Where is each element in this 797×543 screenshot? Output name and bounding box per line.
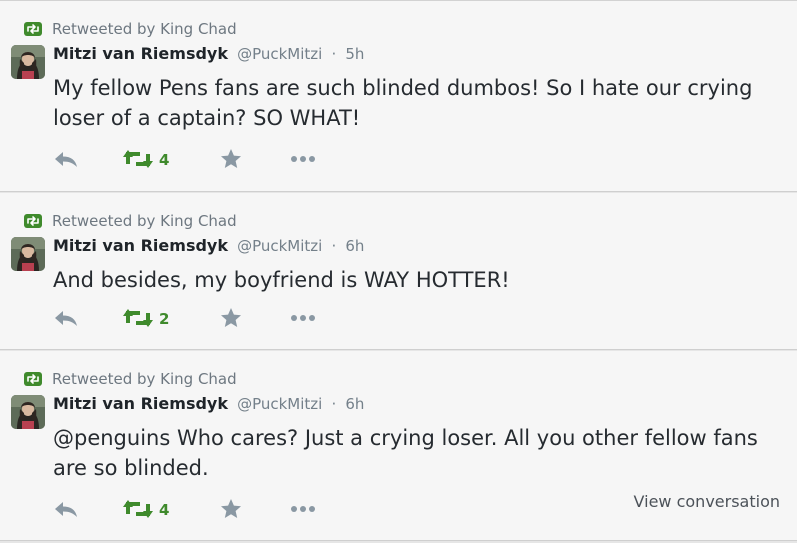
more-button[interactable] (289, 147, 317, 171)
retweet-badge-icon (24, 214, 42, 228)
more-button[interactable] (289, 306, 317, 330)
tweet-text: And besides, my boyfriend is WAY HOTTER! (53, 268, 510, 292)
tweet-header: Mitzi van Riemsdyk @PuckMitzi · 6h (53, 394, 364, 414)
separator-dot: · (331, 237, 337, 255)
tweet[interactable]: Retweeted by King Chad Mitzi van Riemsdy… (0, 0, 797, 192)
retweet-count: 4 (159, 501, 170, 519)
favorite-button[interactable] (219, 306, 243, 330)
retweet-badge-icon (24, 22, 42, 36)
favorite-star-icon (219, 147, 243, 171)
avatar[interactable] (11, 395, 45, 429)
reply-button[interactable] (53, 497, 79, 521)
tweet-timestamp[interactable]: 5h (345, 45, 364, 63)
author-screen-name[interactable]: @PuckMitzi (237, 395, 322, 413)
favorite-button[interactable] (219, 147, 243, 171)
tweet[interactable]: Retweeted by King Chad Mitzi van Riemsdy… (0, 351, 797, 541)
tweet-header: Mitzi van Riemsdyk @PuckMitzi · 6h (53, 236, 364, 256)
author-fullname[interactable]: Mitzi van Riemsdyk (53, 394, 228, 413)
reply-icon (53, 499, 79, 519)
favorite-button[interactable] (219, 497, 243, 521)
more-button[interactable] (289, 497, 317, 521)
separator-dot: · (331, 45, 337, 63)
reply-icon (53, 149, 79, 169)
tweet-text: My fellow Pens fans are such blinded dum… (53, 76, 753, 130)
retweet-icon (123, 498, 153, 520)
retweet-button[interactable] (123, 147, 153, 171)
retweeted-by-label[interactable]: Retweeted by King Chad (52, 212, 237, 230)
tweet-timestamp[interactable]: 6h (345, 237, 364, 255)
tweet[interactable]: Retweeted by King Chad Mitzi van Riemsdy… (0, 193, 797, 350)
more-dots-icon (289, 314, 317, 322)
tweet-timestamp[interactable]: 6h (345, 395, 364, 413)
tweet-text: @penguins Who cares? Just a crying loser… (53, 426, 758, 480)
view-conversation-link[interactable]: View conversation (634, 492, 780, 511)
author-fullname[interactable]: Mitzi van Riemsdyk (53, 44, 228, 63)
tweet-actions: 4 (53, 147, 373, 171)
tweet-header: Mitzi van Riemsdyk @PuckMitzi · 5h (53, 44, 364, 64)
retweet-count: 4 (159, 151, 170, 169)
more-dots-icon (289, 505, 317, 513)
retweet-icon (123, 148, 153, 170)
separator-dot: · (331, 395, 337, 413)
retweet-badge-icon (24, 372, 42, 386)
author-screen-name[interactable]: @PuckMitzi (237, 45, 322, 63)
more-dots-icon (289, 155, 317, 163)
favorite-star-icon (219, 497, 243, 521)
retweet-button[interactable] (123, 497, 153, 521)
retweet-icon (123, 307, 153, 329)
favorite-star-icon (219, 306, 243, 330)
reply-button[interactable] (53, 306, 79, 330)
retweeted-by-label[interactable]: Retweeted by King Chad (52, 370, 237, 388)
retweeted-by-label[interactable]: Retweeted by King Chad (52, 20, 237, 38)
timeline: Retweeted by King Chad Mitzi van Riemsdy… (0, 0, 797, 543)
avatar[interactable] (11, 45, 45, 79)
tweet-actions: 4 (53, 497, 373, 521)
avatar[interactable] (11, 237, 45, 271)
tweet-actions: 2 (53, 306, 373, 330)
author-fullname[interactable]: Mitzi van Riemsdyk (53, 236, 228, 255)
reply-button[interactable] (53, 147, 79, 171)
retweet-count: 2 (159, 310, 170, 328)
author-screen-name[interactable]: @PuckMitzi (237, 237, 322, 255)
retweet-button[interactable] (123, 306, 153, 330)
reply-icon (53, 308, 79, 328)
